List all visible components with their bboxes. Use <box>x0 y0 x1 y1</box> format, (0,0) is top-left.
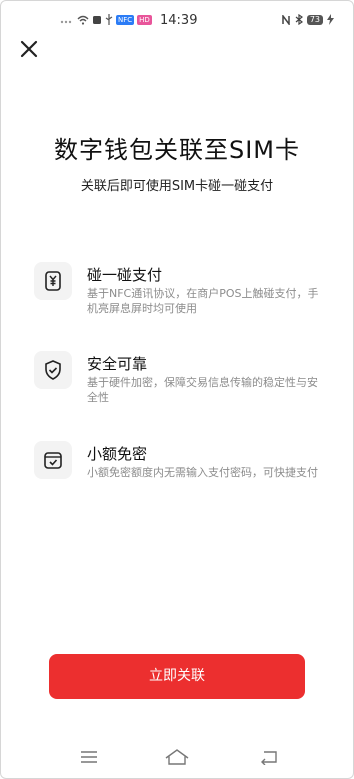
charging-icon <box>327 14 334 25</box>
back-icon <box>261 751 277 765</box>
feature-icon-box <box>34 351 72 389</box>
status-time: 14:39 <box>160 13 198 28</box>
feature-title: 碰一碰支付 <box>87 266 163 284</box>
tap-pay-icon <box>45 271 61 291</box>
close-icon <box>20 40 38 58</box>
feature-small-amount: 小额免密 小额免密额度内无需输入支付密码，可快捷支付 <box>34 441 324 497</box>
sim-icon <box>93 15 101 24</box>
feature-title: 安全可靠 <box>87 355 148 373</box>
signal-dots-icon <box>60 20 72 23</box>
usb-icon <box>105 14 113 25</box>
feature-icon-box <box>34 441 72 479</box>
home-icon <box>165 749 189 765</box>
feature-description: 基于NFC通讯协议，在商户POS上触碰支付，手机亮屏息屏时均可使用 <box>87 287 319 315</box>
link-now-button[interactable]: 立即关联 <box>49 654 305 699</box>
feature-security: 安全可靠 基于硬件加密，保障交易信息传输的稳定性与安全性 <box>34 351 324 407</box>
app-badge-blue: NFC <box>116 14 135 25</box>
nfc-icon <box>282 14 290 25</box>
battery-level: 73 <box>306 14 323 25</box>
feature-description: 基于硬件加密，保障交易信息传输的稳定性与安全性 <box>87 376 318 404</box>
feature-description: 小额免密额度内无需输入支付密码，可快捷支付 <box>87 466 318 479</box>
bluetooth-icon <box>295 14 303 25</box>
menu-button[interactable] <box>74 744 104 770</box>
status-icons-left: NFC HD <box>60 14 152 25</box>
feature-icon-box <box>34 262 72 300</box>
feature-title: 小额免密 <box>87 445 148 463</box>
close-button[interactable] <box>18 38 40 60</box>
wallet-check-icon <box>44 452 62 469</box>
wifi-icon <box>77 15 89 25</box>
status-icons-right: 73 <box>281 14 334 25</box>
app-badge-pink: HD <box>137 14 152 25</box>
system-navbar <box>0 740 354 776</box>
back-button[interactable] <box>254 744 284 770</box>
home-button[interactable] <box>162 744 192 770</box>
shield-check-icon <box>45 360 61 380</box>
status-bar: NFC HD 14:39 73 <box>0 0 354 40</box>
feature-tap-pay: 碰一碰支付 基于NFC通讯协议，在商户POS上触碰支付，手机亮屏息屏时均可使用 <box>34 262 324 318</box>
page-title: 数字钱包关联至SIM卡 <box>53 136 301 164</box>
menu-icon <box>81 751 97 763</box>
page-subtitle: 关联后即可使用SIM卡碰一碰支付 <box>80 179 274 194</box>
